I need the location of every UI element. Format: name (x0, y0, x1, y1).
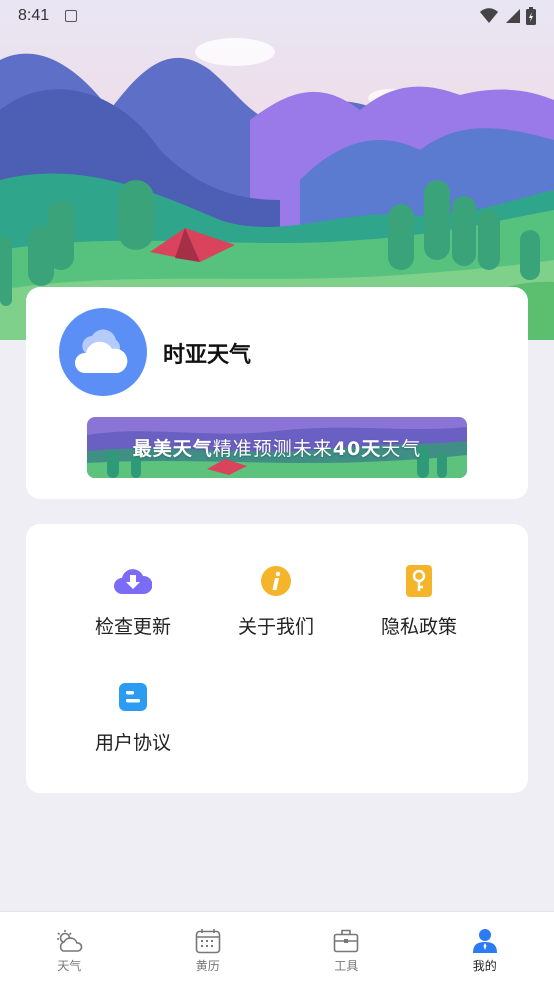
tab-label-weather: 天气 (57, 959, 82, 973)
tab-tools[interactable]: 工具 (277, 912, 416, 984)
wifi-icon (480, 8, 498, 23)
bottom-tab-bar: 天气 黄历 工具 我的 (0, 911, 554, 984)
menu-item-about-us[interactable]: 关于我们 (206, 562, 346, 639)
tab-mine[interactable]: 我的 (416, 912, 554, 984)
menu-card: 检查更新 关于我们 隐私政策 用户协议 (26, 524, 528, 793)
user-icon (471, 928, 499, 954)
key-icon (400, 562, 438, 600)
menu-item-privacy-policy[interactable]: 隐私政策 (349, 562, 489, 639)
storage-icon (65, 10, 78, 22)
status-time: 8:41 (18, 7, 50, 24)
app-logo (59, 308, 147, 396)
menu-item-user-agreement[interactable]: 用户协议 (63, 678, 203, 755)
profile-card: 时亚天气 最美天气 精准预测未来 40天 天气 (26, 287, 528, 499)
status-bar: 8:41 (0, 0, 554, 32)
battery-icon (526, 7, 536, 25)
tab-label-tools: 工具 (334, 959, 359, 973)
calendar-icon (194, 928, 222, 954)
document-icon (114, 678, 152, 716)
tab-label-mine: 我的 (472, 959, 497, 973)
cloud-download-icon (114, 562, 152, 600)
promo-banner[interactable]: 最美天气 精准预测未来 40天 天气 (87, 417, 467, 478)
signal-icon (506, 9, 520, 23)
tab-almanac[interactable]: 黄历 (139, 912, 278, 984)
tab-label-almanac: 黄历 (195, 959, 220, 973)
app-name: 时亚天气 (163, 343, 252, 368)
menu-item-check-update[interactable]: 检查更新 (63, 562, 203, 639)
tab-weather[interactable]: 天气 (0, 912, 139, 984)
cloud-icon (74, 329, 128, 373)
menu-label-user-agreement: 用户协议 (94, 732, 171, 754)
banner-text: 最美天气 精准预测未来 40天 天气 (132, 438, 422, 460)
menu-label-check-update: 检查更新 (94, 616, 171, 638)
toolbox-icon (332, 928, 360, 954)
info-icon (257, 562, 295, 600)
menu-label-about-us: 关于我们 (237, 616, 314, 638)
menu-label-privacy-policy: 隐私政策 (380, 616, 457, 638)
weather-icon (55, 928, 83, 954)
